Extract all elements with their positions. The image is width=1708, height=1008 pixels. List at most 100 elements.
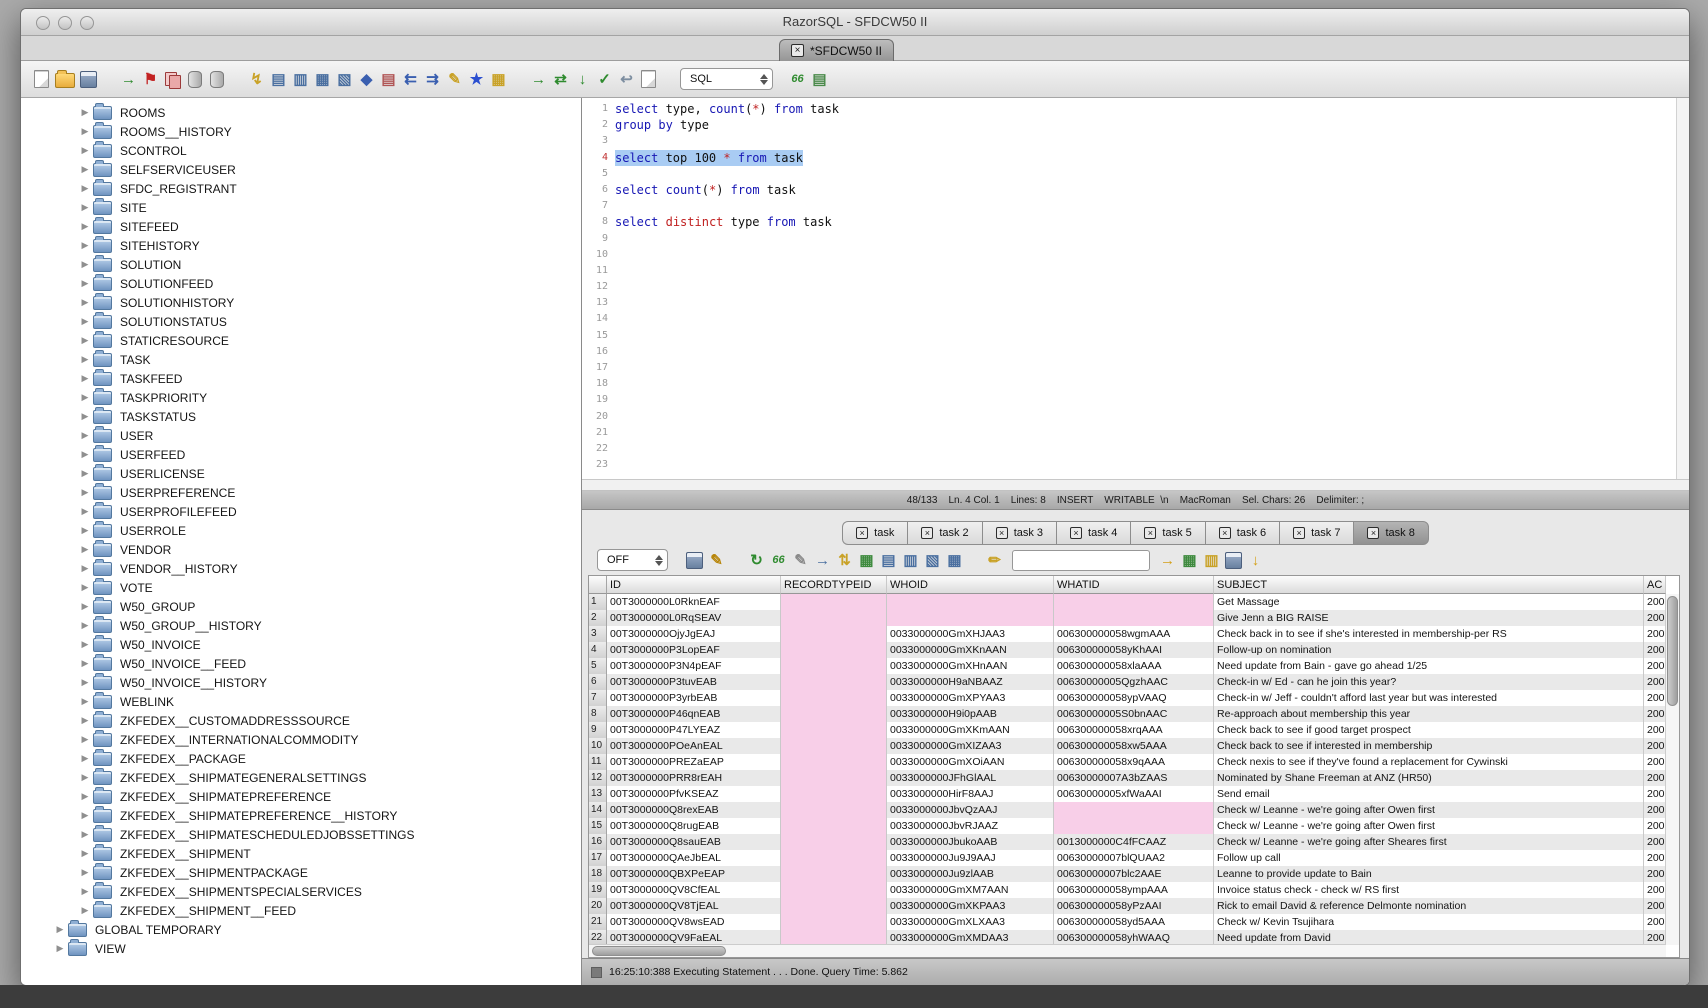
data-cell[interactable] — [781, 674, 887, 690]
database-icon[interactable] — [208, 70, 225, 88]
sidebar-item-solutionhistory[interactable]: ▶SOLUTIONHISTORY — [21, 293, 581, 312]
data-cell[interactable]: Need update from Bain - gave go ahead 1/… — [1214, 658, 1644, 674]
data-cell[interactable]: 00T3000000L0RqSEAV — [607, 610, 781, 626]
result-tab-task[interactable]: ×task — [842, 521, 907, 545]
table-row[interactable]: 1900T3000000QV8CfEAL0033000000GmXM7AAN00… — [589, 882, 1679, 898]
close-window-icon[interactable] — [36, 16, 50, 30]
data-cell[interactable] — [781, 770, 887, 786]
data-cell[interactable] — [887, 594, 1054, 610]
data-cell[interactable] — [781, 882, 887, 898]
disclosure-triangle-icon[interactable]: ▶ — [77, 202, 93, 213]
data-cell[interactable]: 00T3000000P46qnEAB — [607, 706, 781, 722]
data-cell[interactable]: 00T3000000P3tuvEAB — [607, 674, 781, 690]
disclosure-triangle-icon[interactable]: ▶ — [77, 867, 93, 878]
disclosure-triangle-icon[interactable]: ▶ — [77, 126, 93, 137]
data-cell[interactable]: 200 — [1644, 658, 1666, 674]
disclosure-triangle-icon[interactable]: ▶ — [77, 753, 93, 764]
data-cell[interactable]: 0033000000GmXKnAAN — [887, 642, 1054, 658]
format-left-icon[interactable]: ⇇ — [402, 70, 419, 88]
data-cell[interactable] — [781, 850, 887, 866]
data-cell[interactable]: 0033000000Ju9zlAAB — [887, 866, 1054, 882]
data-cell[interactable]: 200 — [1644, 802, 1666, 818]
grid-horizontal-scrollbar[interactable] — [589, 944, 1666, 957]
column-header-id[interactable]: ID — [607, 576, 781, 594]
data-cell[interactable] — [781, 834, 887, 850]
disclosure-triangle-icon[interactable]: ▶ — [77, 411, 93, 422]
data-cell[interactable]: Invoice status check - check w/ RS first — [1214, 882, 1644, 898]
data-cell[interactable]: 00T3000000P3LopEAF — [607, 642, 781, 658]
data-cell[interactable]: 200 — [1644, 786, 1666, 802]
sidebar-item-w50-invoice-feed[interactable]: ▶W50_INVOICE__FEED — [21, 654, 581, 673]
quotes-icon[interactable]: 66 — [770, 551, 787, 569]
table-row[interactable]: 1700T3000000QAeJbEAL0033000000Ju9J9AAJ00… — [589, 850, 1679, 866]
data-cell[interactable]: Re-approach about membership this year — [1214, 706, 1644, 722]
fetch-down-icon[interactable]: ↓ — [574, 70, 591, 88]
data-cell[interactable]: 200 — [1644, 610, 1666, 626]
data-cell[interactable]: 00630000005xfWaAAI — [1054, 786, 1214, 802]
close-tab-icon[interactable]: × — [1144, 527, 1156, 539]
data-cell[interactable]: 00T3000000QV8wsEAD — [607, 914, 781, 930]
table-row[interactable]: 500T3000000P3N4pEAF0033000000GmXHnAAN006… — [589, 658, 1679, 674]
close-document-icon[interactable]: × — [791, 44, 804, 57]
data-cell[interactable]: 0033000000JFhGlAAL — [887, 770, 1054, 786]
copy-rows-icon[interactable]: ▧ — [924, 551, 941, 569]
data-cell[interactable]: Check w/ Kevin Tsujihara — [1214, 914, 1644, 930]
data-cell[interactable]: 00T3000000L0RknEAF — [607, 594, 781, 610]
format-right-icon[interactable]: ⇉ — [424, 70, 441, 88]
copy-document-icon[interactable]: ▧ — [336, 70, 353, 88]
close-tab-icon[interactable]: × — [1219, 527, 1231, 539]
data-cell[interactable]: 006300000058yPzAAI — [1054, 898, 1214, 914]
grid-vertical-scrollbar[interactable] — [1665, 594, 1679, 945]
disclosure-triangle-icon[interactable]: ▶ — [77, 829, 93, 840]
result-tab-task-6[interactable]: ×task 6 — [1205, 521, 1279, 545]
disclosure-triangle-icon[interactable]: ▶ — [77, 772, 93, 783]
data-cell[interactable] — [781, 738, 887, 754]
data-cell[interactable]: 200 — [1644, 642, 1666, 658]
disclosure-triangle-icon[interactable]: ▶ — [77, 468, 93, 479]
data-cell[interactable]: Check-in w/ Ed - can he join this year? — [1214, 674, 1644, 690]
disclosure-triangle-icon[interactable]: ▶ — [77, 696, 93, 707]
table-row[interactable]: 100T3000000L0RknEAFGet Massage200 — [589, 594, 1679, 610]
disclosure-triangle-icon[interactable]: ▶ — [77, 677, 93, 688]
disclosure-triangle-icon[interactable]: ▶ — [77, 259, 93, 270]
table-row[interactable]: 400T3000000P3LopEAF0033000000GmXKnAAN006… — [589, 642, 1679, 658]
download-column-icon[interactable]: ↓ — [1247, 551, 1264, 569]
format-sql-icon[interactable]: ✎ — [446, 70, 463, 88]
data-cell[interactable]: 200 — [1644, 706, 1666, 722]
data-cell[interactable]: 00T3000000POeAnEAL — [607, 738, 781, 754]
code-text[interactable]: select count(*) from task — [615, 182, 796, 198]
disclosure-triangle-icon[interactable]: ▶ — [77, 449, 93, 460]
data-cell[interactable]: 00T3000000QV8CfEAL — [607, 882, 781, 898]
new-database-icon[interactable] — [186, 70, 203, 88]
disclosure-triangle-icon[interactable]: ▶ — [77, 183, 93, 194]
duplicate-connection-icon[interactable] — [164, 70, 181, 88]
close-tab-icon[interactable]: × — [1293, 527, 1305, 539]
table-row[interactable]: 700T3000000P3yrbEAB0033000000GmXPYAA3006… — [589, 690, 1679, 706]
disclosure-triangle-icon[interactable]: ▶ — [52, 943, 68, 954]
result-tab-task-5[interactable]: ×task 5 — [1130, 521, 1204, 545]
code-text[interactable]: select distinct type from task — [615, 214, 832, 230]
disclosure-triangle-icon[interactable]: ▶ — [77, 639, 93, 650]
data-cell[interactable]: 200 — [1644, 594, 1666, 610]
data-cell[interactable]: 200 — [1644, 722, 1666, 738]
disclosure-triangle-icon[interactable]: ▶ — [77, 145, 93, 156]
data-cell[interactable]: 006300000058ypVAAQ — [1054, 690, 1214, 706]
data-cell[interactable]: Follow up call — [1214, 850, 1644, 866]
table-row[interactable]: 300T3000000OjyJgEAJ0033000000GmXHJAA3006… — [589, 626, 1679, 642]
close-tab-icon[interactable]: × — [921, 527, 933, 539]
list-icon[interactable]: ▤ — [380, 70, 397, 88]
sync-icon[interactable]: ⇄ — [552, 70, 569, 88]
data-cell[interactable]: 200 — [1644, 882, 1666, 898]
sidebar-item-sfdc-registrant[interactable]: ▶SFDC_REGISTRANT — [21, 179, 581, 198]
data-cell[interactable]: Check w/ Leanne - we're going after Owen… — [1214, 818, 1644, 834]
data-cell[interactable]: 00T3000000QV8TjEAL — [607, 898, 781, 914]
data-cell[interactable]: Give Jenn a BIG RAISE — [1214, 610, 1644, 626]
sidebar-item-w50-invoice-history[interactable]: ▶W50_INVOICE__HISTORY — [21, 673, 581, 692]
sidebar-item-vendor-history[interactable]: ▶VENDOR__HISTORY — [21, 559, 581, 578]
sidebar-item-site[interactable]: ▶SITE — [21, 198, 581, 217]
sidebar-item-global-temporary[interactable]: ▶GLOBAL TEMPORARY — [21, 920, 581, 939]
data-cell[interactable]: Follow-up on nomination — [1214, 642, 1644, 658]
data-cell[interactable]: 200 — [1644, 770, 1666, 786]
sidebar-item-taskpriority[interactable]: ▶TASKPRIORITY — [21, 388, 581, 407]
disclosure-triangle-icon[interactable]: ▶ — [77, 905, 93, 916]
